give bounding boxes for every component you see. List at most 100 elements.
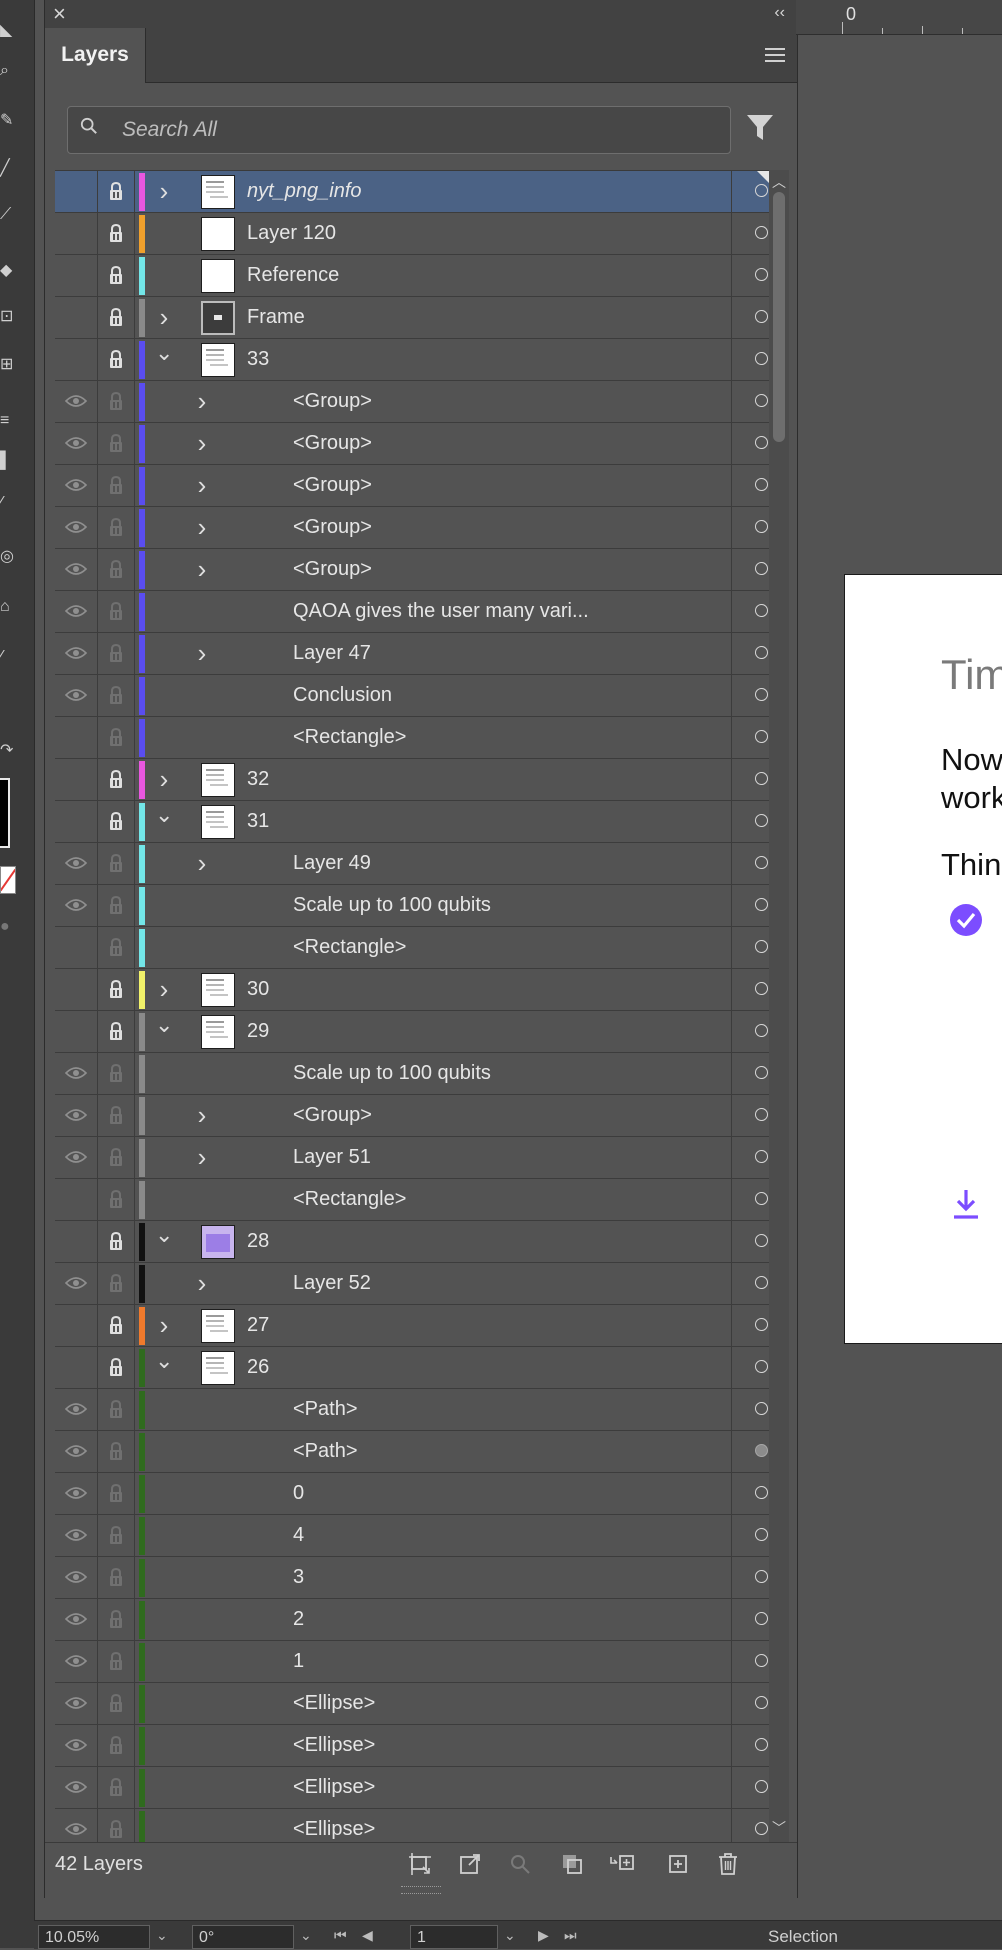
target-circle-icon[interactable]: [755, 1780, 768, 1793]
target-circle-icon[interactable]: [755, 688, 768, 701]
layer-row[interactable]: › Layer 49: [55, 843, 769, 885]
visibility-toggle[interactable]: [55, 675, 98, 716]
visibility-toggle[interactable]: [55, 507, 98, 548]
target-circle-icon[interactable]: [755, 1192, 768, 1205]
lock-toggle[interactable]: [98, 297, 135, 338]
layer-row[interactable]: ⌄ 31: [55, 801, 769, 843]
eyedropper-tool-icon[interactable]: ⁄: [0, 494, 16, 512]
layer-row[interactable]: › Layer 47: [55, 633, 769, 675]
layer-row[interactable]: › 27: [55, 1305, 769, 1347]
target-circle-icon[interactable]: [755, 394, 768, 407]
layer-row[interactable]: <Path>: [55, 1389, 769, 1431]
layer-name[interactable]: Frame: [247, 297, 305, 338]
visibility-toggle[interactable]: [55, 1347, 98, 1388]
lock-toggle[interactable]: [98, 1809, 135, 1843]
visibility-toggle[interactable]: [55, 1767, 98, 1808]
lock-toggle[interactable]: [98, 339, 135, 380]
layer-row[interactable]: <Ellipse>: [55, 1725, 769, 1767]
lock-toggle[interactable]: [98, 1767, 135, 1808]
layer-name[interactable]: <Group>: [293, 1095, 372, 1136]
chevron-down-icon[interactable]: ⌄: [155, 342, 173, 364]
target-circle-icon[interactable]: [755, 226, 768, 239]
zoom-tool-icon[interactable]: ⌕: [0, 62, 16, 80]
layer-name[interactable]: 32: [247, 759, 269, 800]
first-artboard-icon[interactable]: ⏮: [334, 1927, 347, 1944]
target-circle-icon[interactable]: [755, 478, 768, 491]
tab-layers[interactable]: Layers: [45, 28, 146, 83]
next-artboard-icon[interactable]: ▶: [538, 1927, 549, 1944]
chevron-right-icon[interactable]: ›: [155, 766, 173, 792]
visibility-toggle[interactable]: [55, 633, 98, 674]
chevron-right-icon[interactable]: ›: [193, 514, 211, 540]
clipping-mask-icon[interactable]: [559, 1851, 585, 1877]
layer-name[interactable]: <Group>: [293, 549, 372, 590]
lock-toggle[interactable]: [98, 675, 135, 716]
lock-toggle[interactable]: [98, 1557, 135, 1598]
lock-toggle[interactable]: [98, 1347, 135, 1388]
target-circle-icon[interactable]: [755, 1570, 768, 1583]
target-circle-icon[interactable]: [755, 1612, 768, 1625]
layer-row[interactable]: › nyt_png_info: [55, 171, 769, 213]
chevron-right-icon[interactable]: ›: [193, 1144, 211, 1170]
layer-row[interactable]: › <Group>: [55, 549, 769, 591]
visibility-toggle[interactable]: [55, 1389, 98, 1430]
visibility-toggle[interactable]: [55, 717, 98, 758]
lock-toggle[interactable]: [98, 885, 135, 926]
lock-toggle[interactable]: [98, 507, 135, 548]
lock-toggle[interactable]: [98, 633, 135, 674]
layer-name[interactable]: 2: [293, 1599, 304, 1640]
layer-name[interactable]: <Ellipse>: [293, 1767, 375, 1808]
layer-name[interactable]: Layer 47: [293, 633, 371, 674]
delete-layer-icon[interactable]: [715, 1851, 741, 1877]
symbol-sprayer-tool-icon[interactable]: ◎: [0, 548, 16, 566]
target-circle-icon[interactable]: [755, 730, 768, 743]
visibility-toggle[interactable]: [55, 1179, 98, 1220]
layer-name[interactable]: 31: [247, 801, 269, 842]
chevron-right-icon[interactable]: ›: [193, 430, 211, 456]
pen-tool-icon[interactable]: ✎: [0, 112, 16, 130]
visibility-toggle[interactable]: [55, 885, 98, 926]
lock-toggle[interactable]: [98, 1389, 135, 1430]
lock-toggle[interactable]: [98, 549, 135, 590]
visibility-toggle[interactable]: [55, 1641, 98, 1682]
chevron-right-icon[interactable]: ›: [193, 388, 211, 414]
layer-name[interactable]: 26: [247, 1347, 269, 1388]
new-layer-icon[interactable]: [665, 1851, 691, 1877]
lock-toggle[interactable]: [98, 1053, 135, 1094]
layer-row[interactable]: ⌄ 33: [55, 339, 769, 381]
target-circle-icon[interactable]: [755, 1276, 768, 1289]
visibility-toggle[interactable]: [55, 549, 98, 590]
layer-row[interactable]: 3: [55, 1557, 769, 1599]
export-icon[interactable]: [457, 1851, 483, 1877]
visibility-toggle[interactable]: [55, 1473, 98, 1514]
target-circle-icon[interactable]: [755, 268, 768, 281]
filter-icon[interactable]: [745, 112, 775, 142]
lock-toggle[interactable]: [98, 801, 135, 842]
layer-row[interactable]: <Ellipse>: [55, 1809, 769, 1843]
chevron-right-icon[interactable]: ›: [193, 640, 211, 666]
gradient-tool-icon[interactable]: ▌: [0, 452, 16, 470]
layer-name[interactable]: Reference: [247, 255, 339, 296]
layer-name[interactable]: Conclusion: [293, 675, 392, 716]
chevron-down-icon[interactable]: ⌄: [155, 1350, 173, 1372]
layer-name[interactable]: 29: [247, 1011, 269, 1052]
layer-row[interactable]: 4: [55, 1515, 769, 1557]
layer-name[interactable]: <Rectangle>: [293, 717, 406, 758]
target-circle-icon[interactable]: [755, 1402, 768, 1415]
scroll-down-icon[interactable]: ﹀: [772, 1818, 786, 1838]
swap-colors-icon[interactable]: ↷: [0, 742, 16, 760]
visibility-toggle[interactable]: [55, 1725, 98, 1766]
visibility-toggle[interactable]: [55, 759, 98, 800]
chevron-right-icon[interactable]: ›: [155, 178, 173, 204]
visibility-toggle[interactable]: [55, 1599, 98, 1640]
lock-toggle[interactable]: [98, 423, 135, 464]
eraser-tool-icon[interactable]: ◆: [0, 262, 16, 280]
layer-row[interactable]: › <Group>: [55, 507, 769, 549]
panel-menu-icon[interactable]: [765, 48, 785, 62]
visibility-toggle[interactable]: [55, 1011, 98, 1052]
layer-row[interactable]: Conclusion: [55, 675, 769, 717]
layer-name[interactable]: 1: [293, 1641, 304, 1682]
zoom-field[interactable]: 10.05%: [38, 1925, 150, 1949]
resize-grip[interactable]: [401, 1886, 441, 1894]
chevron-right-icon[interactable]: ›: [155, 1312, 173, 1338]
